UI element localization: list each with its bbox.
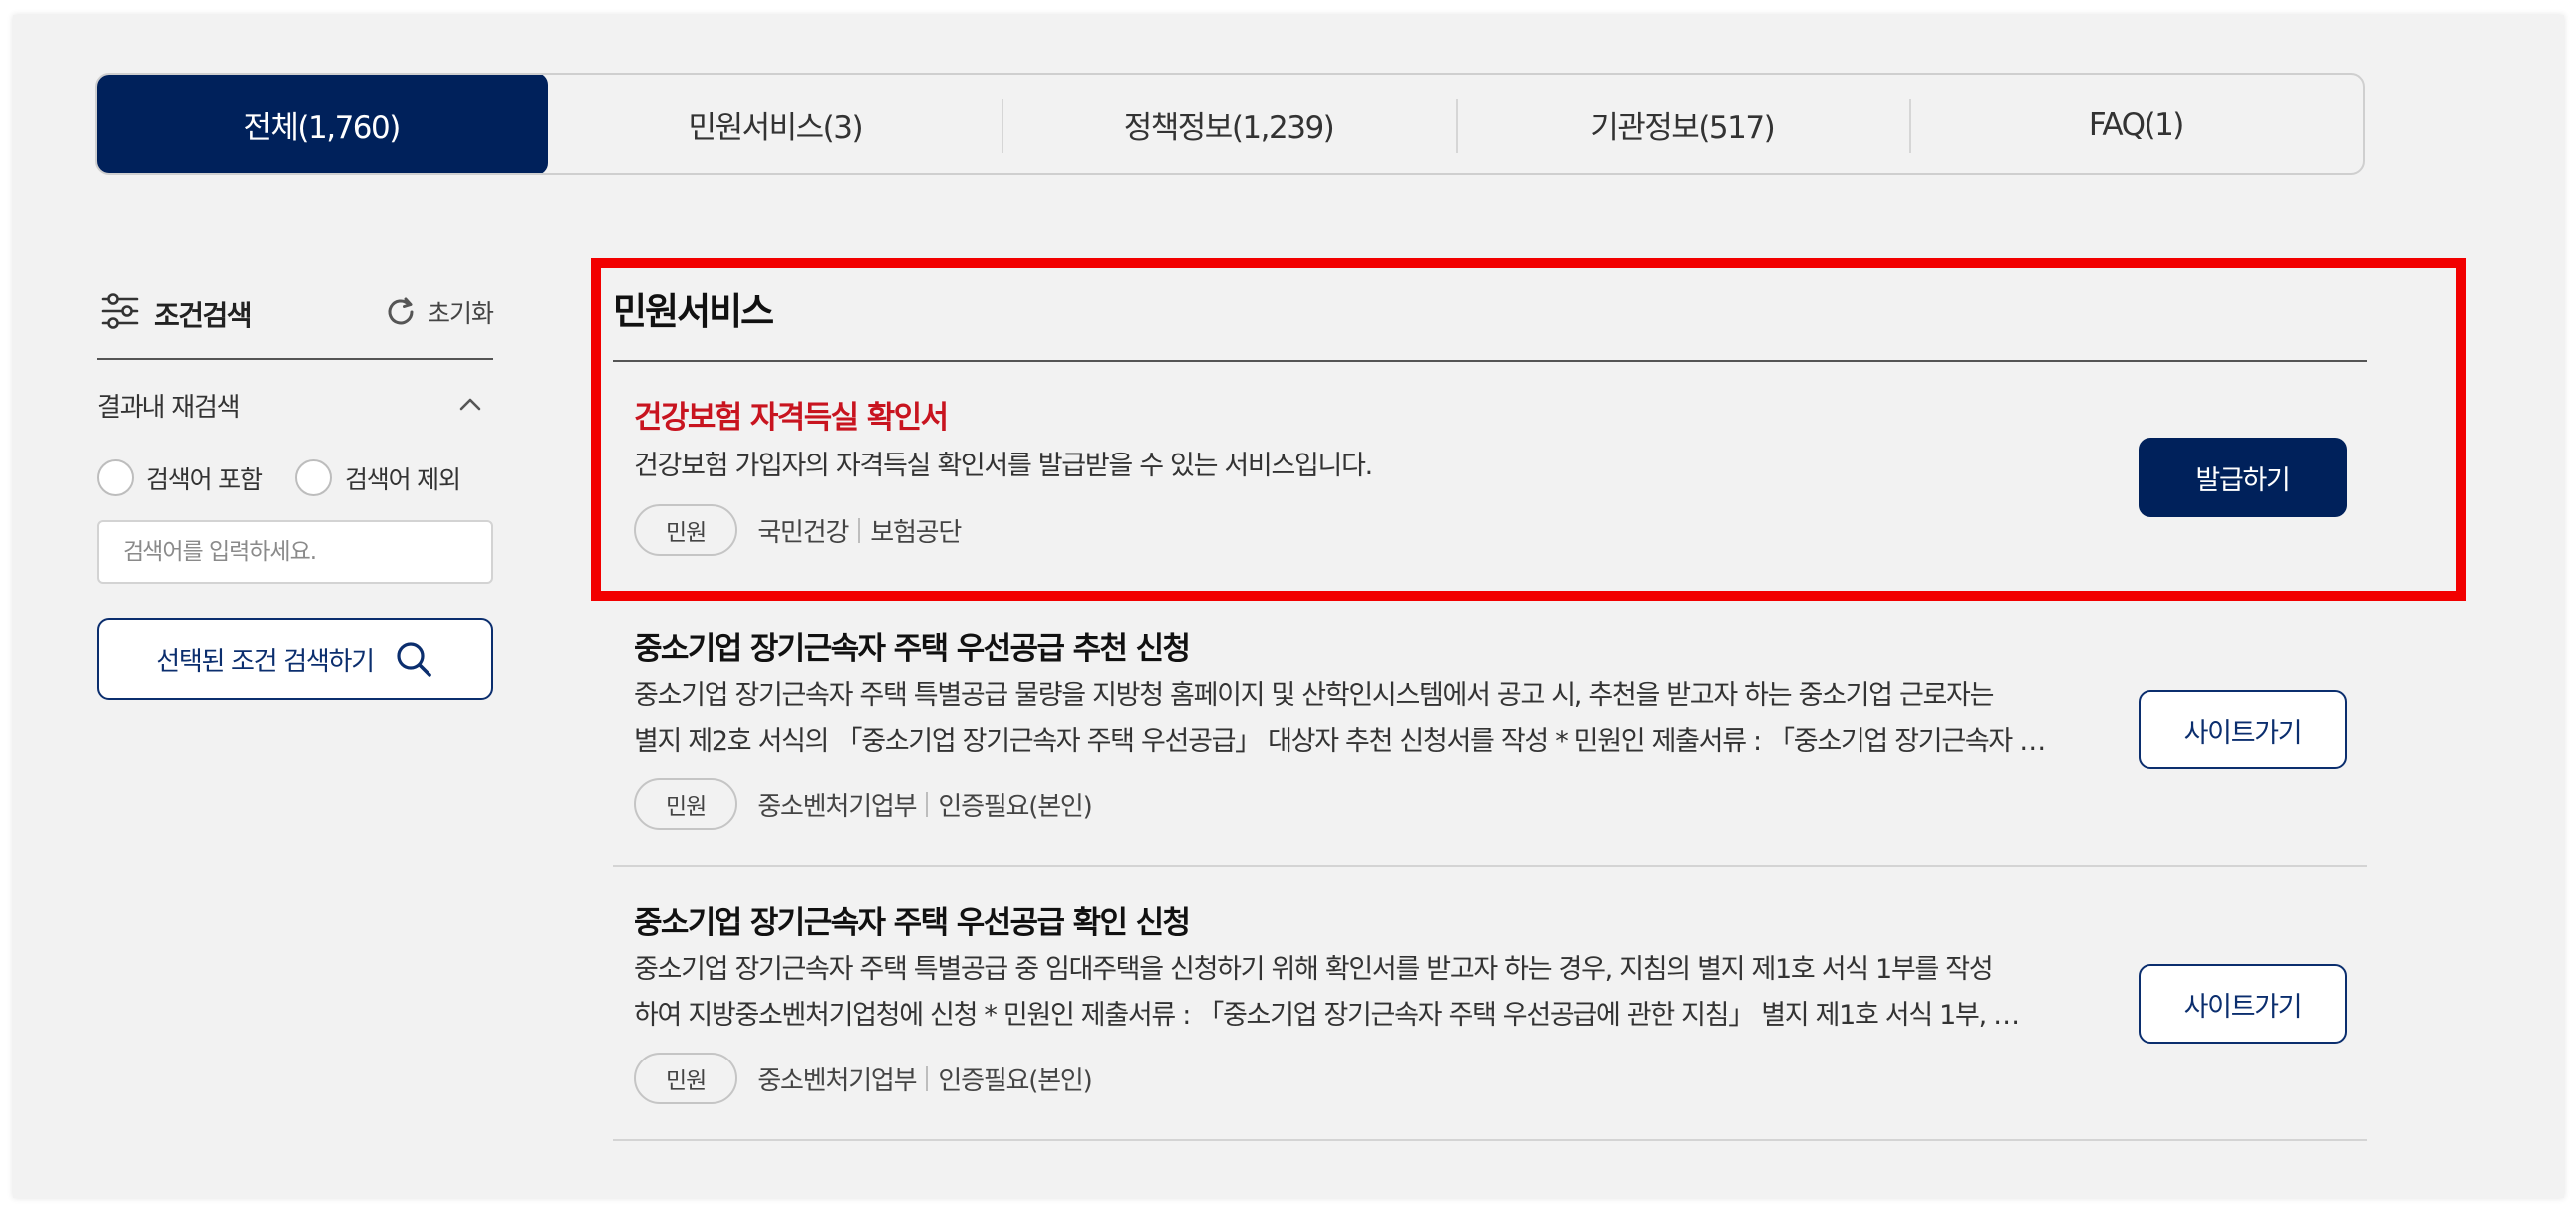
go-to-site-button[interactable]: 사이트가기	[2139, 964, 2347, 1044]
result-tag: 인증필요(본인)	[938, 1065, 1092, 1096]
result-title[interactable]: 건강보험 자격득실 확인서	[634, 392, 949, 437]
meta-separator	[858, 517, 861, 543]
tab-faq[interactable]: FAQ(1)	[1908, 75, 2363, 173]
refresh-icon	[388, 297, 414, 325]
go-to-site-button[interactable]: 사이트가기	[2139, 690, 2347, 769]
result-meta: 민원 중소벤처기업부 인증필요(본인)	[634, 1053, 1093, 1104]
result-tag: 인증필요(본인)	[938, 791, 1092, 822]
exclude-label: 검색어 제외	[345, 464, 461, 494]
sliders-icon	[101, 293, 139, 329]
filter-title: 조건검색	[154, 299, 253, 332]
result-meta: 민원 중소벤처기업부 인증필요(본인)	[634, 778, 1093, 830]
result-description: 건강보험 가입자의 자격득실 확인서를 발급받을 수 있는 서비스입니다.	[634, 451, 1373, 481]
category-badge: 민원	[634, 778, 738, 830]
reset-label: 초기화	[427, 299, 494, 328]
tab-civil-services[interactable]: 민원서비스(3)	[548, 75, 1002, 173]
result-title[interactable]: 중소기업 장기근속자 주택 우선공급 추천 신청	[634, 623, 1191, 668]
result-org: 중소벤처기업부	[757, 1065, 917, 1096]
tab-all[interactable]: 전체(1,760)	[97, 75, 549, 173]
refine-search-input[interactable]	[97, 520, 493, 584]
filter-header: 조건검색 초기화	[97, 284, 494, 360]
meta-separator	[926, 791, 929, 817]
result-title[interactable]: 중소기업 장기근속자 주택 우선공급 확인 신청	[634, 897, 1191, 942]
search-selected-conditions-button[interactable]: 선택된 조건 검색하기	[97, 618, 493, 700]
include-keyword-option[interactable]: 검색어 포함	[97, 459, 263, 496]
section-title: 민원서비스	[613, 290, 774, 333]
result-divider	[613, 865, 2367, 867]
exclude-keyword-option[interactable]: 검색어 제외	[295, 459, 461, 496]
search-icon	[397, 642, 431, 677]
result-description: 중소기업 장기근속자 주택 특별공급 중 임대주택을 신청하기 위해 확인서를 …	[634, 954, 2020, 1031]
category-badge: 민원	[634, 504, 738, 556]
result-meta: 민원 국민건강 보험공단	[634, 504, 962, 556]
result-tag: 보험공단	[870, 517, 962, 548]
meta-separator	[926, 1065, 929, 1091]
search-button-label: 선택된 조건 검색하기	[156, 646, 375, 677]
category-tabs: 전체(1,760) 민원서비스(3) 정책정보(1,239) 기관정보(517)…	[95, 73, 2365, 175]
section-divider	[613, 360, 2367, 362]
chevron-up-icon[interactable]	[456, 390, 484, 418]
result-org: 국민건강	[757, 517, 849, 548]
result-description: 중소기업 장기근속자 주택 특별공급 물량을 지방청 홈페이지 및 산학인시스템…	[634, 680, 2046, 757]
issue-button[interactable]: 발급하기	[2139, 438, 2347, 517]
include-radio[interactable]	[97, 459, 134, 496]
include-label: 검색어 포함	[146, 464, 263, 494]
refine-search-title: 결과내 재검색	[97, 393, 241, 423]
result-divider	[613, 1139, 2367, 1141]
tab-policy-info[interactable]: 정책정보(1,239)	[1002, 75, 1455, 173]
category-badge: 민원	[634, 1053, 738, 1104]
exclude-radio[interactable]	[295, 459, 332, 496]
tab-agency-info[interactable]: 기관정보(517)	[1455, 75, 1909, 173]
result-org: 중소벤처기업부	[757, 791, 917, 822]
reset-button[interactable]: 초기화	[384, 294, 494, 330]
